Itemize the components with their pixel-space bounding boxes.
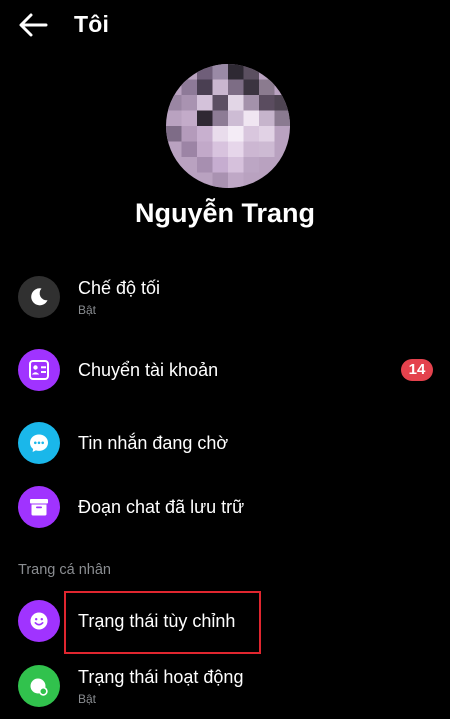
page-title: Tôi [74,11,110,37]
profile-name: Nguyễn Trang [134,198,316,228]
menu-item-label: Trạng thái tùy chỉnh [78,611,236,631]
menu-item-sublabel: Bật [78,303,97,317]
menu-item-message-requests[interactable]: Tin nhắn đang chờ [0,412,450,476]
back-arrow-icon[interactable] [16,10,50,40]
switch-account-icon [18,349,60,391]
app-header: Tôi [0,0,450,52]
menu-item-sublabel: Bật [78,692,97,706]
section-header-profile: Trang cá nhân [18,562,111,578]
menu-item-label: Trạng thái hoạt động [78,667,244,687]
smiley-icon [18,600,60,642]
menu-item-label: Tin nhắn đang chờ [78,433,229,453]
menu-item-label: Chuyển tài khoản [78,360,219,380]
moon-icon [18,276,60,318]
menu-item-label: Chế độ tối [78,278,161,298]
avatar[interactable] [166,64,290,188]
chat-bubble-icon [18,422,60,464]
notification-badge: 14 [401,359,433,381]
menu-item-switch-account[interactable]: Chuyển tài khoản 14 [0,339,450,403]
menu-item-label: Đoạn chat đã lưu trữ [78,497,245,517]
menu-item-active-status[interactable]: Trạng thái hoạt động Bật [0,655,450,719]
menu-item-dark-mode[interactable]: Chế độ tối Bật [0,266,450,330]
menu-item-archived-chats[interactable]: Đoạn chat đã lưu trữ [0,476,450,540]
menu-item-custom-status[interactable]: Trạng thái tùy chỉnh [0,590,450,654]
active-status-icon [18,665,60,707]
archive-box-icon [18,486,60,528]
